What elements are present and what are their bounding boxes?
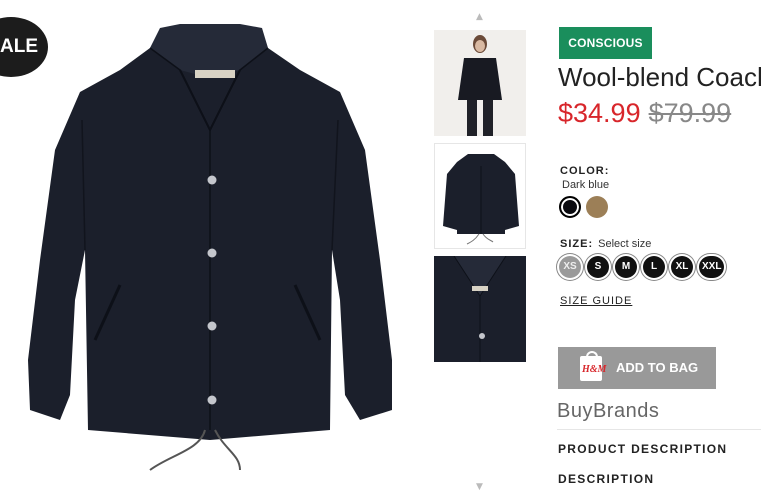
jacket-illustration [28, 24, 392, 471]
thumbnail-jacket-front[interactable] [434, 143, 526, 249]
swatch-dark-blue[interactable] [559, 196, 581, 218]
size-guide-link[interactable]: SIZE GUIDE [560, 295, 632, 307]
price-row: $34.99 $79.99 [558, 98, 731, 129]
color-value: Dark blue [562, 179, 610, 191]
shopping-bag-icon: H&M [580, 351, 607, 381]
swatch-beige[interactable] [586, 196, 608, 218]
chevron-up-icon[interactable]: ▲ [476, 12, 483, 22]
thumbnail-strip: ▲ ▼ [434, 0, 526, 492]
product-title: Wool-blend Coach Jacket [558, 62, 761, 92]
jacket-front-thumbnail-image [435, 144, 525, 248]
chevron-down-icon[interactable]: ▼ [476, 482, 483, 492]
size-l-button[interactable]: L [643, 256, 665, 278]
size-hint: Select size [598, 238, 652, 250]
main-product-image[interactable]: SALE [0, 0, 420, 492]
brand-name: BuyBrands [557, 400, 660, 422]
size-xs-button[interactable]: XS [559, 256, 581, 278]
size-xl-button[interactable]: XL [671, 256, 693, 278]
color-label: COLOR: [560, 165, 610, 177]
original-price: $79.99 [648, 98, 732, 128]
product-description-heading[interactable]: PRODUCT DESCRIPTION [558, 442, 727, 456]
add-to-bag-button[interactable]: H&M ADD TO BAG [558, 347, 716, 389]
sale-price: $34.99 [558, 98, 641, 128]
size-options: XS S M L XL XXL [559, 256, 725, 278]
color-swatches [559, 196, 608, 218]
divider [557, 429, 761, 430]
size-label-row: SIZE: Select size [560, 238, 651, 250]
size-label: SIZE: [560, 238, 594, 250]
conscious-tag: CONSCIOUS [559, 27, 652, 59]
description-heading[interactable]: DESCRIPTION [558, 472, 654, 486]
model-thumbnail-image [434, 30, 526, 136]
collar-detail-thumbnail-image [434, 256, 526, 362]
thumbnail-model[interactable] [434, 30, 526, 136]
thumbnail-collar-detail[interactable] [434, 256, 526, 362]
size-m-button[interactable]: M [615, 256, 637, 278]
size-s-button[interactable]: S [587, 256, 609, 278]
size-xxl-button[interactable]: XXL [699, 256, 725, 278]
bag-logo: H&M [582, 364, 607, 375]
product-info-panel: CONSCIOUS Wool-blend Coach Jacket $34.99… [557, 0, 761, 492]
add-to-bag-label: ADD TO BAG [616, 360, 699, 375]
